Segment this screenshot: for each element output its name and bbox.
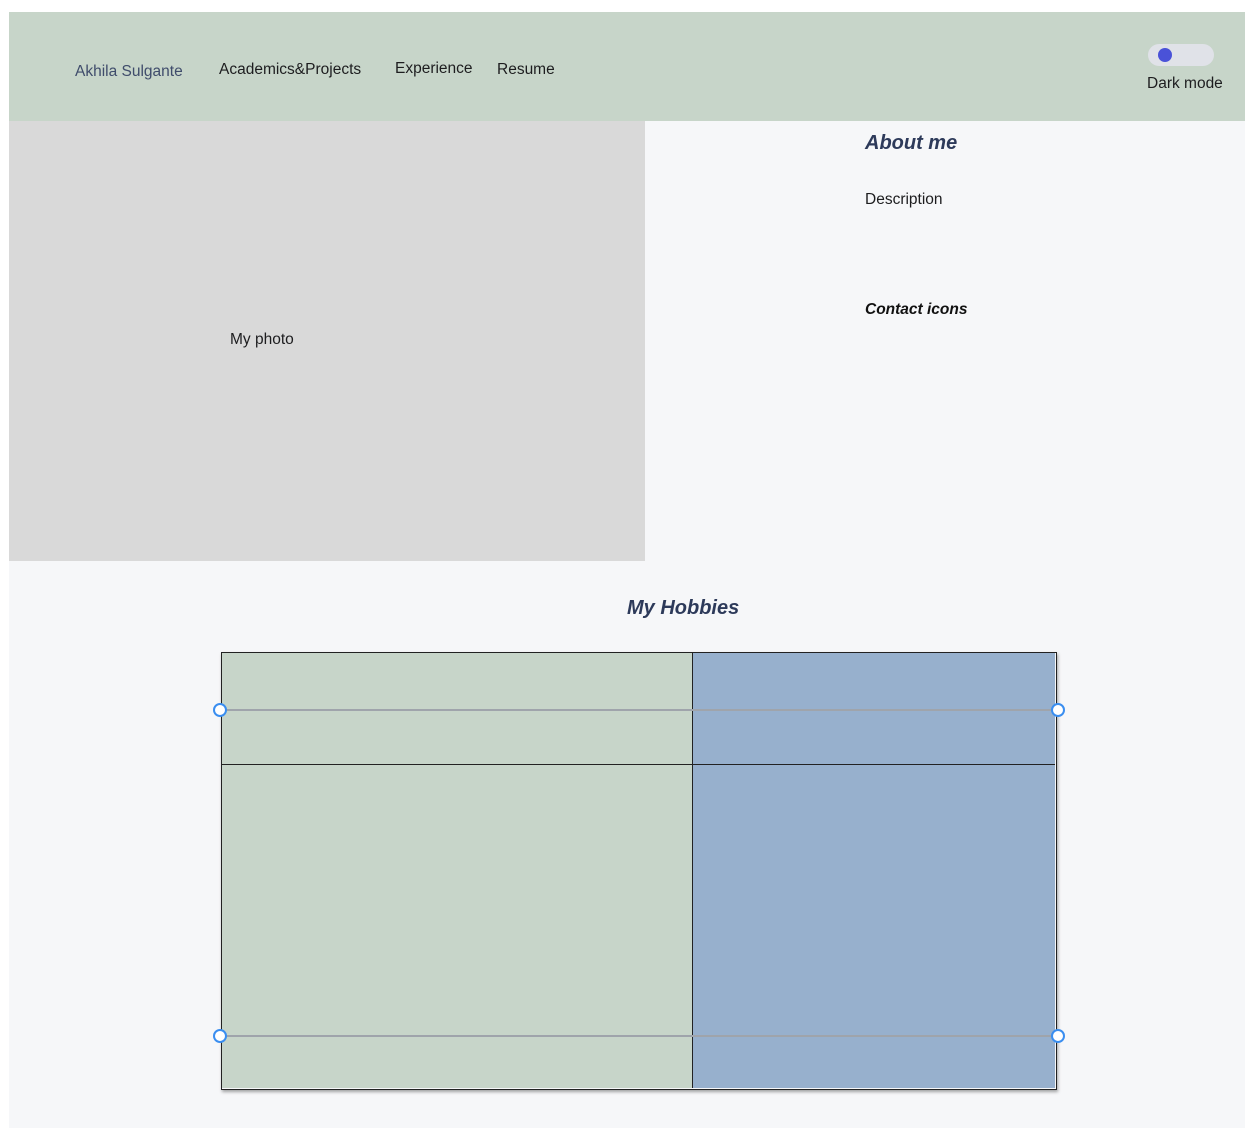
- photo-label: My photo: [230, 331, 294, 348]
- navbar: Akhila Sulgante Academics&Projects Exper…: [9, 12, 1245, 121]
- resize-handle-top-right[interactable]: [1051, 703, 1065, 717]
- about-description: Description: [865, 191, 943, 208]
- selection-guide-bottom: [221, 1035, 1058, 1037]
- contact-icons-heading: Contact icons: [865, 301, 968, 318]
- hobbies-heading: My Hobbies: [627, 597, 740, 619]
- dark-mode-label: Dark mode: [1147, 75, 1223, 92]
- resize-handle-bottom-right[interactable]: [1051, 1029, 1065, 1043]
- hobby-cell-bottom-right: [693, 765, 1055, 1088]
- hobbies-grid[interactable]: [221, 652, 1057, 1090]
- nav-link-experience[interactable]: Experience: [395, 60, 473, 78]
- photo-placeholder: My photo: [9, 121, 645, 561]
- resize-handle-top-left[interactable]: [213, 703, 227, 717]
- about-heading: About me: [865, 132, 958, 154]
- brand-link[interactable]: Akhila Sulgante: [75, 63, 183, 81]
- dark-mode-toggle[interactable]: [1148, 44, 1214, 66]
- toggle-knob: [1158, 48, 1172, 62]
- nav-link-resume[interactable]: Resume: [497, 61, 555, 79]
- nav-link-academics-projects[interactable]: Academics&Projects: [219, 61, 361, 79]
- hobby-cell-bottom-left: [222, 765, 693, 1088]
- selection-guide-top: [221, 709, 1058, 711]
- resize-handle-bottom-left[interactable]: [213, 1029, 227, 1043]
